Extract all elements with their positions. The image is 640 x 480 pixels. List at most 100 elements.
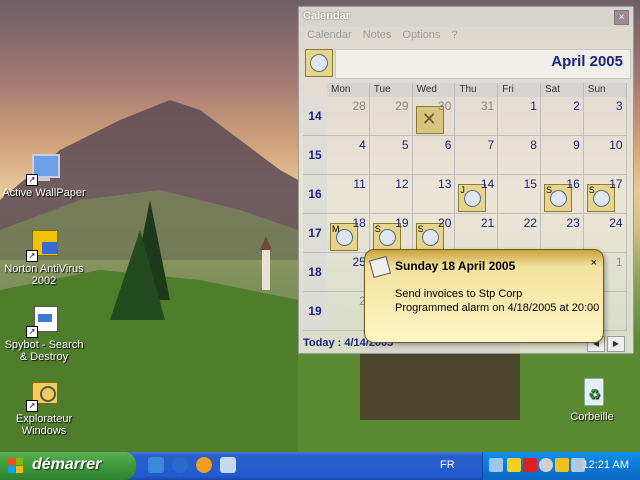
day-number: 9 [573, 138, 580, 152]
day-cell[interactable]: 28 [327, 97, 370, 136]
note-initial: S [588, 185, 595, 195]
day-cell[interactable]: 24 [583, 214, 627, 253]
month-header: April 2005 [303, 49, 631, 79]
note-initial: S [417, 224, 424, 234]
day-cell[interactable]: 12 [369, 175, 413, 214]
day-cell[interactable]: 23 [540, 214, 584, 253]
day-cell[interactable]: J 14 [455, 175, 499, 214]
day-cell[interactable]: ✕ 30 [412, 97, 456, 136]
day-cell[interactable]: 9 [540, 136, 584, 175]
menu-calendar[interactable]: Calendar [307, 29, 352, 41]
day-number: 5 [401, 138, 409, 152]
day-cell[interactable]: M 18 [327, 214, 370, 253]
day-number: 6 [444, 138, 452, 152]
day-number: 4 [359, 138, 366, 152]
day-number: 28 [352, 99, 366, 113]
week-number: 19 [303, 292, 327, 331]
day-cell[interactable]: S 19 [369, 214, 413, 253]
outlook-express-icon[interactable] [148, 457, 164, 473]
speaker-icon[interactable] [539, 458, 553, 472]
desktop-icon-explorer[interactable]: ↗ Explorateur Windows [2, 378, 86, 437]
show-desktop-icon[interactable] [220, 457, 236, 473]
desktop-icon-label: Explorateur Windows [15, 413, 73, 437]
day-cell[interactable]: 3 [583, 97, 627, 136]
network-icon[interactable] [489, 458, 503, 472]
day-number: 7 [487, 138, 495, 152]
reminder-popup[interactable]: Sunday 18 April 2005 × Send invoices to … [364, 249, 604, 343]
popup-title: Sunday 18 April 2005 [395, 259, 516, 273]
explorer-icon: ↗ [26, 378, 60, 412]
desktop-icon-recycle-bin[interactable]: ♻ Corbeille [550, 376, 634, 423]
norton-icon: ↗ [26, 228, 60, 262]
internet-explorer-icon[interactable] [172, 457, 188, 473]
note-initial: S [374, 224, 381, 234]
weekday-label: Tue [369, 83, 413, 97]
calendar-titlebar[interactable]: Calendar × [299, 7, 633, 27]
day-number: 24 [609, 216, 623, 230]
scroll-right-button[interactable]: ▶ [607, 336, 625, 352]
day-number: 1 [530, 99, 537, 113]
day-cell[interactable]: 13 [412, 175, 456, 214]
day-cell[interactable]: 8 [498, 136, 541, 175]
zonealarm-icon[interactable] [523, 458, 537, 472]
week-number: 17 [303, 214, 327, 253]
day-cell[interactable]: 15 [498, 175, 541, 214]
day-number: 14 [480, 177, 495, 191]
spybot-icon: ↗ [26, 304, 60, 338]
day-cell[interactable]: 5 [369, 136, 413, 175]
popup-message: Send invoices to Stp Corp [395, 288, 523, 300]
monitor-icon: ↗ [26, 152, 60, 186]
day-cell[interactable]: S 16 [540, 175, 584, 214]
start-button[interactable]: démarrer [0, 452, 136, 480]
day-number: 3 [615, 99, 623, 113]
day-cell[interactable]: 31 [455, 97, 499, 136]
day-cell[interactable]: 10 [583, 136, 627, 175]
popup-close-icon[interactable]: × [591, 257, 597, 269]
day-number: 23 [566, 216, 580, 230]
menu-options[interactable]: Options [403, 29, 441, 41]
day-number: 16 [566, 177, 580, 191]
weekday-label: Thu [455, 83, 499, 97]
day-number: 12 [395, 177, 409, 191]
language-indicator[interactable]: FR [440, 459, 455, 471]
close-icon[interactable]: × [614, 10, 629, 25]
day-cell[interactable]: 11 [327, 175, 370, 214]
taskbar-clock[interactable]: 12:21 AM [583, 459, 629, 471]
desktop-icon-active-wallpaper[interactable]: ↗ Active WallPaper [2, 152, 86, 199]
day-number: 15 [523, 177, 537, 191]
popup-alarm-text: Programmed alarm on 4/18/2005 at 20:00 [395, 302, 600, 314]
weekday-label: Fri [498, 83, 541, 97]
day-cell[interactable]: 7 [455, 136, 499, 175]
day-number: 2 [573, 99, 580, 113]
weekday-label: Sun [583, 83, 627, 97]
day-number: 17 [609, 177, 623, 191]
day-cell[interactable]: 6 [412, 136, 456, 175]
day-number: 11 [353, 177, 366, 191]
antivirus-icon[interactable] [555, 458, 569, 472]
shield-icon[interactable] [507, 458, 521, 472]
day-cell[interactable]: 1 [498, 97, 541, 136]
weekday-label: Sat [540, 83, 584, 97]
desktop-icon-spybot[interactable]: ↗ Spybot - Search & Destroy [2, 304, 86, 363]
clock-icon[interactable] [305, 49, 333, 77]
desktop-icon-label: Corbeille [570, 411, 614, 423]
menu-help[interactable]: ? [452, 29, 458, 41]
day-cell[interactable]: 29 [369, 97, 413, 136]
desktop-icon-norton-antivirus[interactable]: ↗ Norton AntiVirus 2002 [2, 228, 86, 287]
day-number: 19 [395, 216, 409, 230]
taskbar: démarrer FR 12:21 AM [0, 452, 640, 480]
menu-notes[interactable]: Notes [363, 29, 392, 41]
week-number: 14 [303, 97, 327, 136]
day-cell[interactable]: 22 [498, 214, 541, 253]
day-cell[interactable]: 21 [455, 214, 499, 253]
day-number: 29 [395, 99, 409, 113]
day-cell[interactable]: 2 [540, 97, 584, 136]
media-player-icon[interactable] [196, 457, 212, 473]
start-label: démarrer [32, 456, 102, 473]
month-title: April 2005 [551, 53, 623, 70]
day-cell[interactable]: 4 [327, 136, 370, 175]
day-cell[interactable]: S 20 [412, 214, 456, 253]
day-number: 21 [480, 216, 495, 230]
note-icon [368, 255, 392, 279]
day-cell[interactable]: S 17 [583, 175, 627, 214]
